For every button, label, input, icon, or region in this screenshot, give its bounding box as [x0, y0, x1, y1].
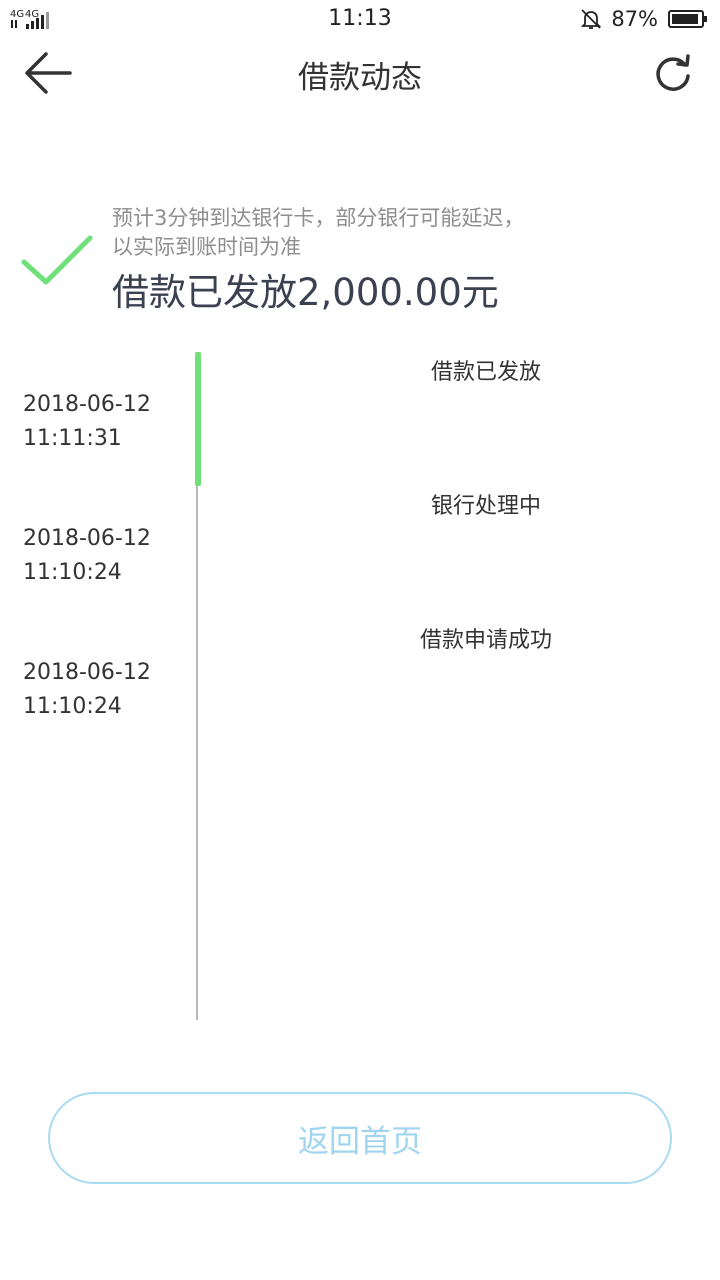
return-home-button[interactable]: 返回首页: [48, 1092, 672, 1184]
battery-icon: [668, 10, 707, 28]
timeline-date: 2018-06-12: [23, 392, 151, 417]
timeline-time: 11:10:24: [23, 694, 122, 719]
refresh-icon[interactable]: [652, 52, 694, 94]
nav-bar: 借款动态: [0, 38, 720, 108]
timeline-datetime: 2018-06-12 11:10:24: [23, 522, 151, 590]
timeline-datetime: 2018-06-12 11:10:24: [23, 656, 151, 724]
loan-result: 预计3分钟到达银行卡，部分银行可能延迟，以实际到账时间为准 借款已发放2,000…: [0, 200, 720, 330]
status-bar: 4G 4G 11:13 87%: [0, 0, 720, 38]
timeline-status: 银行处理中: [430, 494, 541, 519]
arrival-note: 预计3分钟到达银行卡，部分银行可能延迟，以实际到账时间为准: [112, 206, 525, 259]
bell-off-icon: [581, 9, 602, 29]
timeline-status: 借款已发放: [430, 360, 541, 385]
timeline-date: 2018-06-12: [23, 526, 151, 551]
timeline-time: 11:10:24: [23, 560, 122, 585]
status-right: 87%: [579, 5, 708, 33]
loan-timeline: 借款已发放 2018-06-12 11:11:31 银行处理中 2018-06-…: [0, 352, 720, 1022]
timeline-item: 借款申请成功 2018-06-12 11:10:24: [0, 620, 720, 754]
timeline-time: 11:11:31: [23, 426, 122, 451]
loan-amount-text: 借款已发放2,000.00元: [112, 271, 499, 314]
timeline-datetime: 2018-06-12 11:11:31: [23, 388, 151, 456]
timeline-item: 银行处理中 2018-06-12 11:10:24: [0, 486, 720, 620]
battery-percent: 87%: [611, 7, 658, 31]
page-title: 借款动态: [298, 60, 422, 96]
timeline-item: 借款已发放 2018-06-12 11:11:31: [0, 352, 720, 486]
check-icon: [21, 235, 93, 285]
timeline-date: 2018-06-12: [23, 660, 151, 685]
timeline-status: 借款申请成功: [419, 628, 552, 653]
